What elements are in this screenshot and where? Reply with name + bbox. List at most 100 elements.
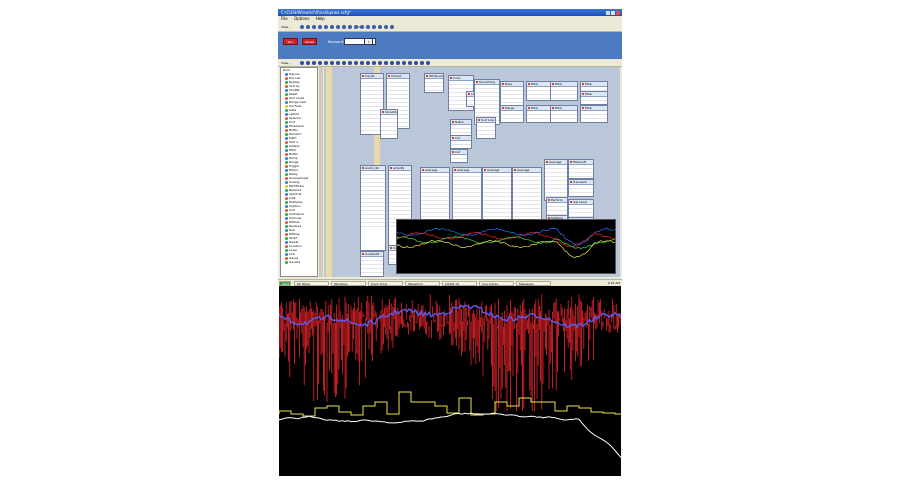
- module-box[interactable]: Average: [452, 167, 482, 223]
- toolbar-icon[interactable]: [300, 25, 304, 29]
- module-title[interactable]: Cut: [451, 136, 471, 141]
- module-box[interactable]: Sort Low: [476, 117, 496, 139]
- toolbar-icon[interactable]: [324, 61, 328, 65]
- toolbar-icon[interactable]: [306, 25, 310, 29]
- module-title[interactable]: Amplify: [389, 166, 411, 171]
- toolbar-icon[interactable]: [312, 61, 316, 65]
- toolbar-icon[interactable]: [366, 61, 370, 65]
- close-icon[interactable]: [616, 11, 620, 15]
- module-title[interactable]: Filter: [527, 82, 551, 87]
- module-title[interactable]: SmoothDelay: [381, 110, 397, 115]
- module-box[interactable]: Average: [544, 159, 568, 201]
- module-title[interactable]: Average: [545, 160, 567, 165]
- module-box[interactable]: Average: [420, 167, 450, 223]
- toolbar-icon[interactable]: [342, 25, 346, 29]
- module-box[interactable]: Merge: [500, 105, 524, 123]
- toolbar-icon[interactable]: [366, 25, 370, 29]
- toolbar-icon[interactable]: [330, 61, 334, 65]
- toolbar-icon[interactable]: [306, 61, 310, 65]
- module-parameter-row[interactable]: [569, 193, 593, 196]
- module-box[interactable]: Transient: [568, 179, 594, 197]
- toolbar-icon[interactable]: [354, 61, 358, 65]
- toolbar-icon[interactable]: [378, 61, 382, 65]
- toolbar-icon[interactable]: [336, 25, 340, 29]
- module-box[interactable]: Filter: [526, 81, 552, 101]
- module-title[interactable]: AudioLeft: [361, 252, 383, 257]
- module-parameter-row[interactable]: [527, 99, 551, 100]
- toolbar-icon[interactable]: [420, 61, 424, 65]
- oscilloscope-window[interactable]: [396, 219, 616, 274]
- module-title[interactable]: Gal Level: [569, 200, 593, 205]
- module-box[interactable]: FilterLeft: [568, 159, 594, 179]
- module-parameter-row[interactable]: [501, 99, 523, 103]
- toolbar-icon[interactable]: [318, 61, 322, 65]
- module-title[interactable]: Filter: [527, 106, 551, 111]
- module-tree[interactable]: Root Figures Pos sub Bypass Sort by Shuffle R…: [280, 67, 318, 277]
- menu-file[interactable]: File: [281, 16, 288, 21]
- module-title[interactable]: Cut: [451, 150, 467, 155]
- toolbar-icon[interactable]: [336, 61, 340, 65]
- toolbar-icon[interactable]: [318, 25, 322, 29]
- module-title[interactable]: Filter: [551, 106, 577, 111]
- module-title[interactable]: Filter: [581, 92, 607, 97]
- module-title[interactable]: Average: [421, 168, 449, 173]
- toolbar-icon[interactable]: [372, 25, 376, 29]
- keyword-button[interactable]: ?: [364, 38, 373, 45]
- minimize-icon[interactable]: [606, 11, 610, 15]
- toolbar-icon[interactable]: [408, 61, 412, 65]
- module-title[interactable]: Bass: [501, 82, 523, 87]
- module-title[interactable]: Sort Low: [477, 118, 495, 123]
- module-title[interactable]: Output: [387, 74, 409, 79]
- module-parameter-row[interactable]: [361, 223, 385, 227]
- toolbar-icon[interactable]: [402, 61, 406, 65]
- module-box[interactable]: Gal Level: [568, 199, 594, 219]
- menu-options[interactable]: Options: [294, 16, 309, 21]
- splitter-handle[interactable]: [319, 67, 323, 277]
- module-box[interactable]: Filter: [580, 91, 608, 105]
- module-title[interactable]: N-Bus: [451, 120, 471, 125]
- module-title[interactable]: FilterLeft: [569, 160, 593, 165]
- module-title[interactable]: Inputs: [361, 74, 383, 79]
- module-title[interactable]: Average: [453, 168, 481, 173]
- module-box[interactable]: AudioLeft: [360, 251, 384, 277]
- pause-button[interactable]: Pause: [302, 38, 317, 45]
- module-parameter-row[interactable]: [551, 99, 577, 100]
- toolbar-icon[interactable]: [396, 61, 400, 65]
- toolbar-icon[interactable]: [300, 61, 304, 65]
- toolbar-icon[interactable]: [414, 61, 418, 65]
- module-box[interactable]: Average: [512, 167, 542, 223]
- module-box[interactable]: Filter: [526, 105, 552, 123]
- module-title[interactable]: Smoothing: [475, 80, 499, 85]
- module-parameter-row[interactable]: [425, 91, 443, 92]
- tree-item[interactable]: Gaussq: [281, 260, 317, 264]
- module-title[interactable]: Merge: [501, 106, 523, 111]
- toolbar-icon[interactable]: [384, 61, 388, 65]
- toolbar-icon[interactable]: [348, 61, 352, 65]
- module-box[interactable]: Cut: [450, 135, 472, 149]
- view-dropdown[interactable]: View...: [281, 25, 291, 29]
- maximize-icon[interactable]: [611, 11, 615, 15]
- module-box[interactable]: Cut: [450, 149, 468, 163]
- module-box[interactable]: SmoothDelay: [380, 109, 398, 139]
- module-title[interactable]: Average: [483, 168, 511, 173]
- toolbar-icon[interactable]: [390, 25, 394, 29]
- toolbar-icon[interactable]: [324, 25, 328, 29]
- module-title[interactable]: Conv: [449, 76, 473, 81]
- module-parameter-row[interactable]: [449, 109, 473, 110]
- module-title[interactable]: Filter: [581, 106, 607, 111]
- module-box[interactable]: Filter: [550, 105, 578, 123]
- toolbar-icon[interactable]: [360, 61, 364, 65]
- run-button[interactable]: Run: [283, 38, 298, 45]
- toolbar-icon[interactable]: [372, 61, 376, 65]
- toolbar-icon[interactable]: [348, 25, 352, 29]
- module-box[interactable]: Audio_4b: [360, 165, 386, 251]
- module-title[interactable]: Transient: [569, 180, 593, 185]
- module-title[interactable]: Whitenoise: [425, 74, 443, 79]
- toolbar-icon[interactable]: [342, 61, 346, 65]
- toolbar-icon[interactable]: [330, 25, 334, 29]
- module-box[interactable]: Filter: [580, 105, 608, 123]
- module-title[interactable]: Perform: [547, 198, 567, 203]
- toolbar-icon[interactable]: [390, 61, 394, 65]
- toolbar-icon[interactable]: [360, 25, 364, 29]
- toolbar-icon[interactable]: [354, 25, 358, 29]
